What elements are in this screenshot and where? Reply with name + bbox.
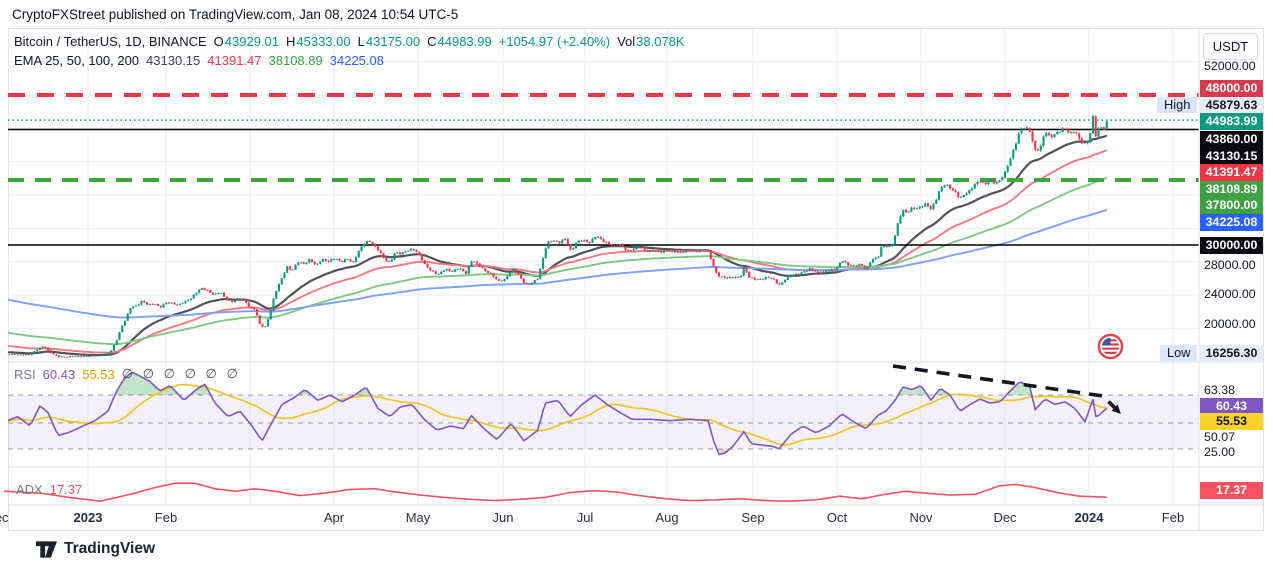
ema-value: 38108.89 [268,53,323,68]
volume-value: Vol 38.078K [617,34,685,49]
time-axis-label: 2023 [73,510,103,525]
ema-values: 43130.15 41391.47 38108.89 34225.08 [146,53,384,68]
low-marker-label: Low [1160,345,1198,361]
open-value: O 43929.01 [213,34,280,49]
price-scale-tick: 20000.00 [1204,316,1256,331]
price-scale-badge: 41391.47 [1200,163,1263,181]
adx-label: ADX [16,482,43,497]
price-scale-badge: 34225.08 [1200,213,1263,231]
close-value: C 44983.99 [427,34,492,49]
ema-label: EMA 25, 50, 100, 200 [14,53,140,68]
time-axis-label: Jun [492,510,514,525]
rsi-ma-value: 55.53 [82,366,115,382]
price-scale-badge: 43130.15 [1200,147,1263,165]
price-scale-tick: 50.07 [1204,429,1236,444]
time-axis-label: Nov [909,510,933,525]
time-axis-label: Feb [154,510,178,525]
ema-value: 34225.08 [329,53,384,68]
time-axis-label: Jul [576,510,594,525]
price-scale-tick: 25.00 [1204,444,1236,459]
price-scale-badge: 48000.00 [1200,79,1263,97]
ema-100-line [8,176,1108,346]
price-scale-badge: 16256.30 [1200,344,1263,362]
high-marker-label: High [1157,97,1198,113]
high-value: H 45333.00 [286,34,351,49]
time-axis-label: Feb [1161,510,1185,525]
price-scale-badge: 17.37 [1200,481,1263,499]
price-scale-tick: 24000.00 [1204,286,1256,301]
price-scale-badge: 30000.00 [1200,236,1263,254]
time-axis-label: Dec [993,510,1017,525]
time-axis[interactable]: Dec 2023 Feb Apr May Jun Jul Aug Sep Oct Nov Dec 202… [0,505,1199,531]
footer-brand[interactable]: TradingView [36,540,155,558]
price-scale-tick: 28000.00 [1204,257,1256,272]
price-scale-badge: 37800.00 [1200,196,1263,214]
rsi-label: RSI [14,366,36,382]
price-scale-badge: 55.53 [1200,412,1263,430]
time-axis-label: Apr [323,510,345,525]
candlestick-series [8,114,1108,358]
time-axis-label: Sep [741,510,765,525]
ema-value: 41391.47 [207,53,262,68]
price-scale-tick: 52000.00 [1204,58,1256,73]
price-scale-badge: 44983.99 [1200,112,1263,130]
adx-value: 17.37 [49,482,83,497]
rsi-legend: RSI 60.43 55.53 ∅ ∅ ∅ ∅ ∅ ∅ [14,366,241,382]
ema-value: 43130.15 [146,53,201,68]
tradingview-screenshot: CryptoFXStreet published on TradingView.… [0,0,1273,568]
empty-series-icons: ∅ ∅ ∅ ∅ ∅ ∅ [121,366,241,381]
chart-canvas[interactable] [0,0,1273,568]
rsi-value: 60.43 [42,366,76,382]
us-flag-icon [1097,333,1124,360]
price-scale-badge: 38108.89 [1200,180,1263,198]
tradingview-logo-icon [36,540,57,558]
rsi-band [8,395,1199,449]
time-axis-label: May [405,510,431,525]
price-scale-tick: 63.38 [1204,382,1236,397]
price-scale-badge: 45879.63 [1200,96,1263,114]
price-scale-badge: 43860.00 [1200,130,1263,148]
low-value: L 43175.00 [357,34,421,49]
ema-legend: EMA 25, 50, 100, 200 43130.15 41391.47 381… [14,53,384,68]
adx-legend: ADX 17.37 [16,482,82,497]
symbol-legend: Bitcoin / TetherUS, 1D, BINANCE O 43929.0… [14,34,685,49]
time-axis-label: Oct [826,510,848,525]
currency-toggle-button[interactable]: USDT [1203,33,1258,60]
adx-line [3,482,1107,503]
time-axis-label: 2024 [1074,510,1104,525]
time-axis-label: Aug [655,510,679,525]
change-value: +1054.97 (+2.40%) [498,34,611,49]
time-axis-label: Dec [0,510,9,525]
symbol-title: Bitcoin / TetherUS, 1D, BINANCE [14,34,207,49]
